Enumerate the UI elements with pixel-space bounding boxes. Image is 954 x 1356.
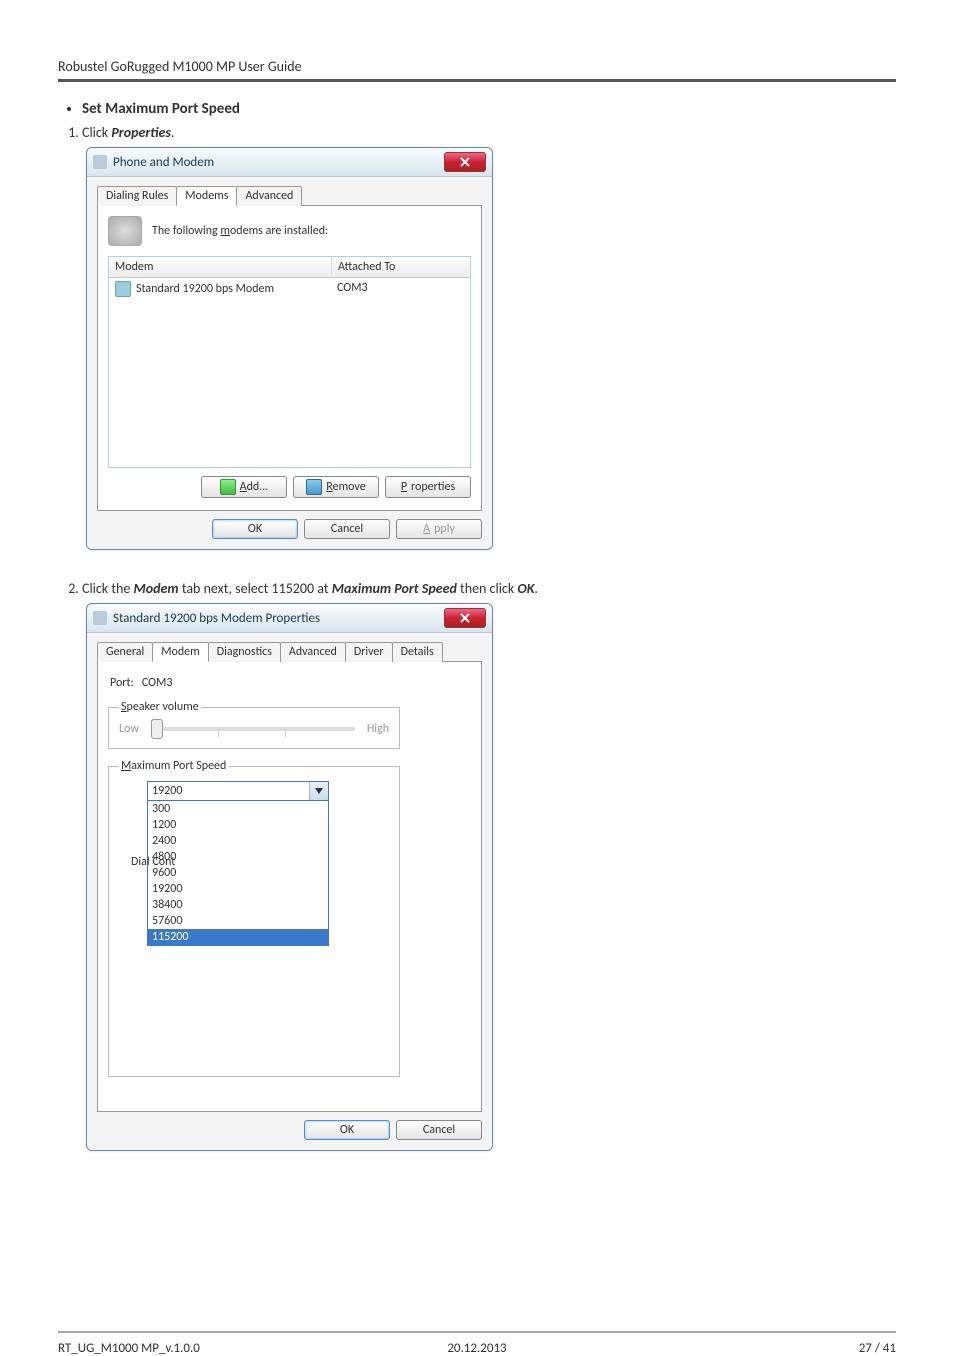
combo-option-19200[interactable]: 19200: [148, 881, 328, 897]
step2-em2: Maximum Port Speed: [332, 580, 457, 597]
tab-details[interactable]: Details: [392, 642, 443, 662]
titlebar: Phone and Modem: [87, 148, 492, 177]
chevron-down-icon[interactable]: [309, 782, 328, 800]
step2-em3: OK: [517, 580, 534, 597]
intro-text: The following modems are installed:: [152, 224, 328, 238]
combo-option-57600[interactable]: 57600: [148, 913, 328, 929]
combo-option-38400[interactable]: 38400: [148, 897, 328, 913]
tab-general[interactable]: General: [97, 642, 153, 662]
step1-em: Properties: [111, 124, 171, 141]
tab-pane-modem: Port: COM3 Speaker volume Low High Maxim…: [97, 661, 482, 1112]
combo-option-2400[interactable]: 2400: [148, 833, 328, 849]
app-icon: [93, 155, 107, 169]
step1-pre: Click: [82, 124, 111, 141]
tab-modems[interactable]: Modems: [176, 186, 237, 206]
step2-post: .: [534, 580, 538, 597]
speaker-volume-slider[interactable]: [151, 727, 355, 731]
doc-header: Robustel GoRugged M1000 MP User Guide: [58, 58, 896, 82]
port-value: COM3: [142, 676, 173, 690]
add-icon: [220, 479, 236, 495]
tabs: Dialing Rules Modems Advanced: [97, 185, 482, 205]
speaker-high-label: High: [367, 722, 389, 736]
tab-dialing-rules[interactable]: Dialing Rules: [97, 186, 177, 206]
section-heading: Set Maximum Port Speed: [82, 100, 896, 118]
listview-header: Modem Attached To: [109, 257, 470, 278]
step2-pre: Click the: [82, 580, 134, 597]
tabs: General Modem Diagnostics Advanced Drive…: [97, 641, 482, 661]
app-icon: [93, 611, 107, 625]
window-title: Standard 19200 bps Modem Properties: [113, 611, 444, 626]
titlebar: Standard 19200 bps Modem Properties: [87, 604, 492, 633]
add-button[interactable]: Add...: [201, 476, 287, 498]
speaker-low-label: Low: [119, 722, 139, 736]
window-title: Phone and Modem: [113, 155, 444, 170]
ok-button[interactable]: OK: [304, 1120, 390, 1140]
step2-em1: Modem: [134, 580, 179, 597]
remove-button[interactable]: Remove: [293, 476, 379, 498]
tab-advanced[interactable]: Advanced: [236, 186, 302, 206]
instruction-step-1: Click Properties.: [82, 124, 896, 141]
close-icon: [460, 613, 470, 623]
apply-button[interactable]: Apply: [396, 519, 482, 539]
dial-control-label: Dial Cont: [131, 855, 175, 869]
cell-modem-name: Standard 19200 bps Modem: [109, 278, 331, 300]
tab-diagnostics[interactable]: Diagnostics: [208, 642, 281, 662]
ok-button[interactable]: OK: [212, 519, 298, 539]
tab-modem[interactable]: Modem: [152, 642, 208, 662]
port-label: Port:: [110, 676, 134, 690]
combo-option-1200[interactable]: 1200: [148, 817, 328, 833]
combo-option-115200[interactable]: 115200: [148, 929, 328, 945]
page-footer: RT_UG_M1000 MP_v.1.0.0 20.12.2013 27 / 4…: [58, 1331, 896, 1356]
step1-post: .: [171, 124, 175, 141]
properties-button[interactable]: Properties: [385, 476, 471, 498]
tab-pane-modems: The following modems are installed: Mode…: [97, 205, 482, 511]
instruction-step-2: Click the Modem tab next, select 115200 …: [82, 580, 896, 597]
max-port-speed-combo[interactable]: 19200: [147, 781, 329, 801]
footer-left: RT_UG_M1000 MP_v.1.0.0: [58, 1341, 337, 1356]
modem-properties-dialog: Standard 19200 bps Modem Properties Gene…: [86, 603, 493, 1151]
modem-item-icon: [115, 281, 131, 297]
max-port-speed-fieldset: Maximum Port Speed 19200 300 1200 2400 4…: [108, 759, 400, 1077]
modem-name: Standard 19200 bps Modem: [136, 282, 274, 296]
close-button[interactable]: [444, 608, 486, 628]
col-modem[interactable]: Modem: [109, 257, 332, 277]
cell-port: COM3: [331, 278, 470, 300]
cancel-button[interactable]: Cancel: [304, 519, 390, 539]
speaker-volume-fieldset: Speaker volume Low High: [108, 700, 400, 749]
footer-right: 27 / 41: [617, 1341, 896, 1356]
tab-advanced[interactable]: Advanced: [280, 642, 346, 662]
phone-and-modem-dialog: Phone and Modem Dialing Rules Modems Adv…: [86, 147, 493, 550]
modems-listview[interactable]: Modem Attached To Standard 19200 bps Mod…: [108, 256, 471, 468]
cancel-button[interactable]: Cancel: [396, 1120, 482, 1140]
slider-thumb[interactable]: [151, 719, 163, 739]
table-row[interactable]: Standard 19200 bps Modem COM3: [109, 278, 470, 300]
combo-dropdown-list[interactable]: 300 1200 2400 4800 9600 19200 38400 5760…: [147, 801, 329, 946]
col-attached-to[interactable]: Attached To: [332, 257, 470, 277]
step2-mid1: tab next, select 115200 at: [179, 580, 332, 597]
footer-center: 20.12.2013: [337, 1341, 616, 1356]
combo-option-300[interactable]: 300: [148, 801, 328, 817]
modem-icon: [108, 216, 142, 246]
combo-value: 19200: [148, 782, 309, 800]
step2-mid2: then click: [457, 580, 518, 597]
close-icon: [460, 157, 470, 167]
close-button[interactable]: [444, 152, 486, 172]
remove-icon: [306, 479, 322, 495]
tab-driver[interactable]: Driver: [345, 642, 393, 662]
